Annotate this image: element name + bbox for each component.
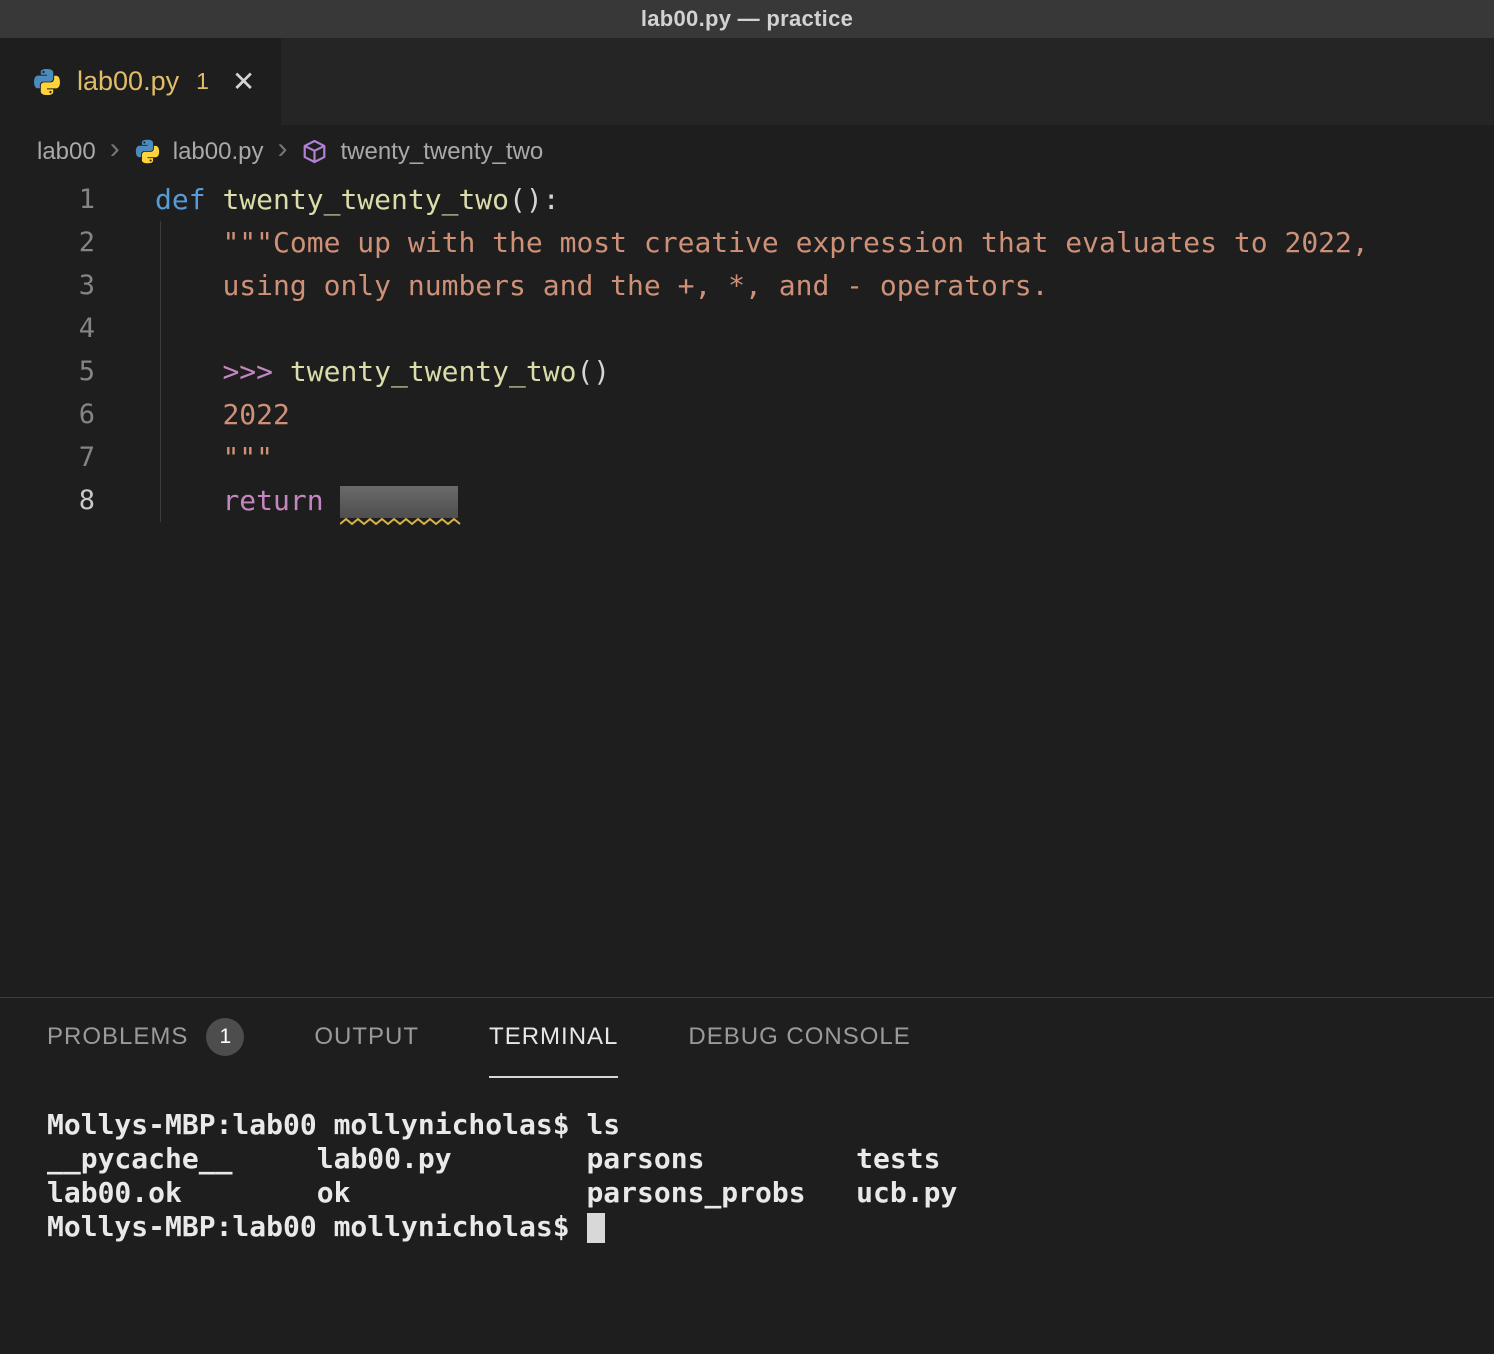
- panel-tab-label: TERMINAL: [489, 1023, 618, 1051]
- tab-label: lab00.py: [77, 66, 179, 97]
- code-token: twenty_twenty_two: [290, 355, 577, 388]
- line-number: 3: [0, 264, 95, 307]
- code-token: return: [222, 484, 323, 517]
- panel-tab-label: DEBUG CONSOLE: [688, 1023, 910, 1051]
- code-token: [206, 183, 223, 216]
- code-token: (): [576, 355, 610, 388]
- line-number: 4: [0, 307, 95, 350]
- line-number: 5: [0, 350, 95, 393]
- code-line-3[interactable]: 3 using only numbers and the +, *, and -…: [0, 264, 1494, 307]
- python-icon: [32, 67, 62, 97]
- terminal-line: __pycache__ lab00.py parsons tests: [47, 1142, 1494, 1176]
- code-line-8[interactable]: 8 return: [0, 479, 1494, 522]
- terminal-cursor: [587, 1213, 605, 1243]
- breadcrumb-item-symbol[interactable]: twenty_twenty_two: [340, 138, 543, 166]
- editor-tab-bar: lab00.py 1 ✕: [0, 38, 1494, 125]
- line-number: 2: [0, 221, 95, 264]
- code-token: def: [155, 183, 206, 216]
- panel-tab-debug-console[interactable]: DEBUG CONSOLE: [688, 998, 910, 1078]
- code-line-1[interactable]: 1 def twenty_twenty_two():: [0, 178, 1494, 221]
- panel-tab-terminal[interactable]: TERMINAL: [489, 998, 618, 1078]
- code-token: using only numbers and the +, *, and - o…: [222, 269, 1048, 302]
- tab-problem-count-badge: 1: [196, 68, 209, 95]
- chevron-right-icon: ›: [108, 134, 122, 170]
- terminal-line: lab00.ok ok parsons_probs ucb.py: [47, 1176, 1494, 1210]
- code-line-7[interactable]: 7 """: [0, 436, 1494, 479]
- line-number: 7: [0, 436, 95, 479]
- code-token: [155, 441, 222, 474]
- code-token: [155, 484, 222, 517]
- code-line-6[interactable]: 6 2022: [0, 393, 1494, 436]
- code-editor[interactable]: 1def twenty_twenty_two():2 """Come up wi…: [0, 178, 1494, 997]
- panel-tab-label: OUTPUT: [314, 1023, 419, 1051]
- code-line-2[interactable]: 2 """Come up with the most creative expr…: [0, 221, 1494, 264]
- window-title: lab00.py — practice: [641, 6, 853, 32]
- symbol-cube-icon: [301, 138, 328, 165]
- code-token: """: [222, 441, 273, 474]
- breadcrumb-item-file[interactable]: lab00.py: [173, 138, 264, 166]
- warning-highlight: [340, 486, 458, 518]
- tab-lab00py[interactable]: lab00.py 1 ✕: [0, 38, 281, 125]
- code-lines-container: 1def twenty_twenty_two():2 """Come up wi…: [0, 178, 1494, 522]
- code-token: 2022: [222, 398, 289, 431]
- indent-guide: [160, 221, 161, 522]
- breadcrumb: lab00 › lab00.py › twenty_twenty_two: [0, 125, 1494, 178]
- panel-tab-label: PROBLEMS: [47, 1023, 188, 1051]
- code-token: >>>: [222, 355, 273, 388]
- warning-squiggle-icon: [340, 517, 462, 526]
- code-line-4[interactable]: 4: [0, 307, 1494, 350]
- code-token: [324, 484, 341, 517]
- terminal[interactable]: Mollys-MBP:lab00 mollynicholas$ ls __pyc…: [0, 1078, 1494, 1244]
- code-token: twenty_twenty_two: [222, 183, 509, 216]
- panel-tab-problems[interactable]: PROBLEMS 1: [47, 998, 244, 1078]
- bottom-panel: PROBLEMS 1 OUTPUT TERMINAL DEBUG CONSOLE…: [0, 997, 1494, 1354]
- code-token: [155, 226, 222, 259]
- code-token: [155, 269, 222, 302]
- problems-count-badge: 1: [206, 1018, 244, 1056]
- code-token: [155, 398, 222, 431]
- code-token: """Come up with the most creative expres…: [222, 226, 1368, 259]
- line-number: 6: [0, 393, 95, 436]
- code-token: [155, 355, 222, 388]
- breadcrumb-item-folder[interactable]: lab00: [37, 138, 96, 166]
- window-titlebar[interactable]: lab00.py — practice: [0, 0, 1494, 38]
- code-line-5[interactable]: 5 >>> twenty_twenty_two(): [0, 350, 1494, 393]
- panel-tab-bar: PROBLEMS 1 OUTPUT TERMINAL DEBUG CONSOLE: [0, 998, 1494, 1078]
- terminal-line: Mollys-MBP:lab00 mollynicholas$: [47, 1210, 1494, 1244]
- chevron-right-icon: ›: [275, 134, 289, 170]
- close-icon[interactable]: ✕: [232, 68, 255, 96]
- code-token: [273, 355, 290, 388]
- panel-tab-output[interactable]: OUTPUT: [314, 998, 419, 1078]
- python-icon: [134, 138, 161, 165]
- terminal-line: Mollys-MBP:lab00 mollynicholas$ ls: [47, 1108, 1494, 1142]
- vscode-window: lab00.py — practice lab00.py 1 ✕ lab00 ›…: [0, 0, 1494, 1354]
- line-number: 1: [0, 178, 95, 221]
- code-token: ():: [509, 183, 560, 216]
- line-number: 8: [0, 479, 95, 522]
